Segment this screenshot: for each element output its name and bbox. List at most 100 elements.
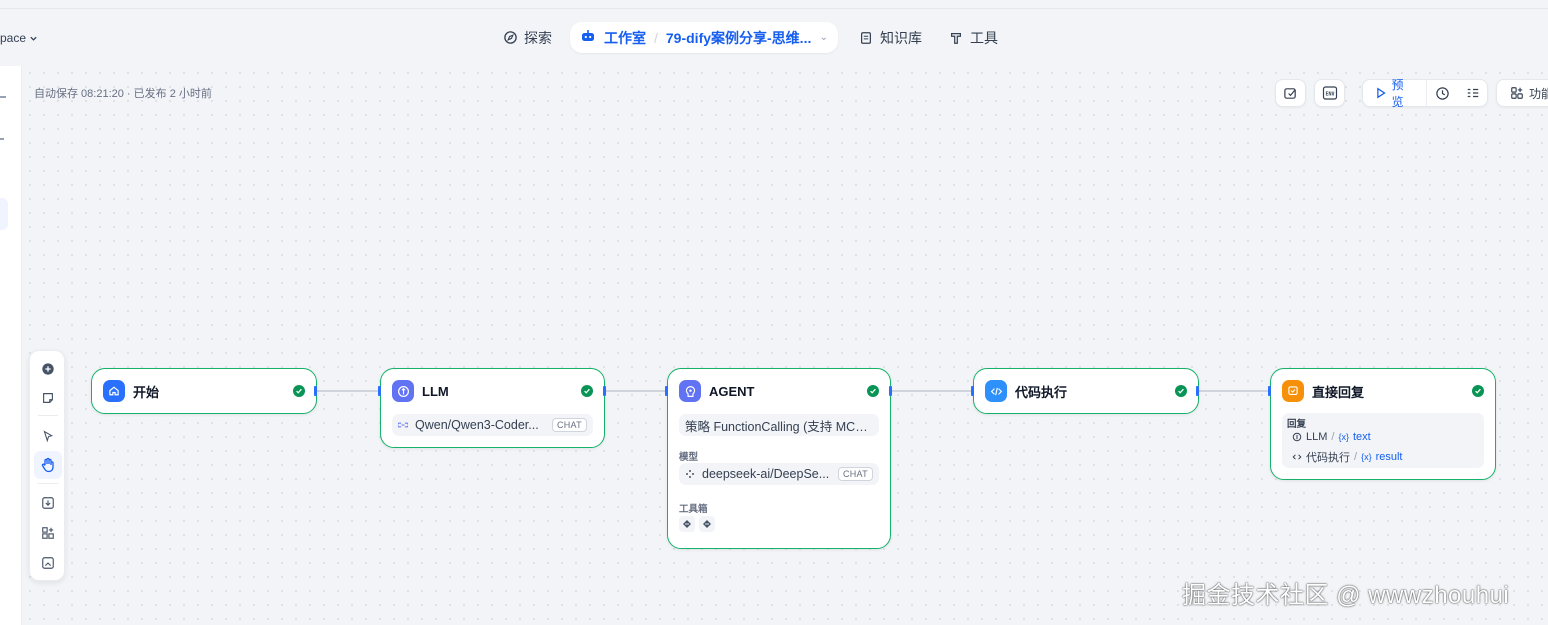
features-button[interactable]: 功能 bbox=[1496, 79, 1548, 107]
node-answer[interactable]: 直接回复 回复 LLM / {x} text 代码执行 / {x} result bbox=[1270, 368, 1496, 480]
note-icon bbox=[43, 393, 53, 403]
ref-variable-name: result bbox=[1375, 451, 1403, 463]
minimap-icon bbox=[42, 557, 54, 569]
edge-agent-code bbox=[890, 390, 974, 392]
plus-circle-icon bbox=[42, 363, 54, 375]
add-note-button[interactable] bbox=[38, 388, 58, 408]
apps-icon bbox=[1511, 87, 1523, 99]
workspace-switcher[interactable]: pace bbox=[0, 31, 38, 45]
llm-icon bbox=[392, 380, 414, 402]
workspace-label: pace bbox=[0, 31, 27, 45]
cursor-icon bbox=[43, 430, 53, 442]
palette-divider bbox=[38, 415, 58, 416]
code-icon bbox=[1292, 454, 1302, 460]
ref-separator: / bbox=[1331, 431, 1335, 443]
model-provider-icon bbox=[398, 422, 408, 428]
model-selector[interactable]: deepseek-ai/DeepSe... CHAT bbox=[679, 463, 879, 485]
history-icon bbox=[1436, 86, 1450, 100]
nav-knowledge-label: 知识库 bbox=[880, 29, 922, 46]
strategy-text: 策略 FunctionCalling (支持 MCP ... bbox=[685, 419, 873, 434]
node-code[interactable]: 代码执行 bbox=[973, 368, 1199, 414]
output-handle[interactable] bbox=[889, 386, 892, 396]
book-icon bbox=[858, 30, 874, 46]
model-selector[interactable]: Qwen/Qwen3-Coder... CHAT bbox=[392, 414, 593, 436]
reply-content[interactable]: 回复 LLM / {x} text 代码执行 / {x} result bbox=[1282, 413, 1484, 468]
pointer-mode-button[interactable] bbox=[38, 426, 58, 446]
sidebar-mark bbox=[0, 96, 6, 98]
variable-icon: {x} bbox=[1361, 452, 1372, 462]
checklist-list-button[interactable] bbox=[1458, 80, 1487, 106]
nav-tools-label: 工具 bbox=[970, 29, 998, 46]
node-header: 直接回复 bbox=[1282, 380, 1484, 402]
checklist-button[interactable] bbox=[1275, 79, 1306, 107]
node-start[interactable]: 开始 bbox=[91, 368, 317, 414]
input-handle[interactable] bbox=[378, 386, 381, 396]
success-check-icon bbox=[1472, 385, 1484, 397]
top-bar: pace 探索 工作室 / 79-dify案例分享-思维... ⌄ 知识库 工具 bbox=[0, 0, 1548, 66]
output-handle[interactable] bbox=[314, 386, 317, 396]
node-llm[interactable]: LLM Qwen/Qwen3-Coder... CHAT bbox=[380, 368, 605, 448]
reply-label: 回复 bbox=[1287, 419, 1307, 430]
node-header: 开始 bbox=[103, 380, 305, 402]
add-node-button[interactable] bbox=[38, 359, 58, 379]
node-header: 代码执行 bbox=[985, 380, 1187, 402]
nav-knowledge[interactable]: 知识库 bbox=[858, 22, 922, 53]
model-name: deepseek-ai/DeepSe... bbox=[702, 467, 830, 481]
nav-studio[interactable]: 工作室 / 79-dify案例分享-思维... ⌄ bbox=[570, 22, 838, 53]
variable-icon: {x} bbox=[1338, 432, 1349, 442]
image-download-icon bbox=[42, 497, 54, 509]
success-check-icon bbox=[293, 385, 305, 397]
play-icon bbox=[1377, 87, 1386, 99]
strategy-selector[interactable]: 策略 FunctionCalling (支持 MCP ... bbox=[679, 414, 879, 436]
preview-label: 预览 bbox=[1391, 78, 1404, 109]
nav-tools[interactable]: 工具 bbox=[948, 22, 998, 53]
success-check-icon bbox=[867, 385, 879, 397]
ref-separator: / bbox=[1354, 451, 1358, 463]
chevron-down-icon[interactable]: ⌄ bbox=[820, 32, 828, 43]
output-handle[interactable] bbox=[603, 386, 606, 396]
export-image-button[interactable] bbox=[38, 493, 58, 513]
home-icon bbox=[103, 380, 125, 402]
env-icon: ENV bbox=[1322, 86, 1337, 100]
node-title: 直接回复 bbox=[1312, 384, 1365, 400]
edge-code-answer bbox=[1198, 390, 1271, 392]
input-handle[interactable] bbox=[665, 386, 668, 396]
organize-blocks-button[interactable] bbox=[38, 523, 58, 543]
model-mode-badge: CHAT bbox=[551, 418, 587, 432]
nav-explore[interactable]: 探索 bbox=[502, 22, 552, 53]
mcp-tool-icon[interactable] bbox=[699, 516, 715, 532]
node-title: 代码执行 bbox=[1015, 384, 1068, 400]
robot-icon bbox=[580, 28, 596, 47]
model-provider-icon bbox=[686, 470, 694, 478]
chevron-down-icon bbox=[30, 36, 37, 41]
node-title: LLM bbox=[422, 383, 449, 399]
edge-start-llm bbox=[316, 390, 381, 392]
list-check-icon bbox=[1467, 88, 1478, 98]
model-mode-badge: CHAT bbox=[837, 467, 873, 481]
preview-button[interactable]: 预览 bbox=[1363, 78, 1428, 109]
top-divider bbox=[0, 8, 1548, 9]
hand-icon bbox=[41, 457, 54, 473]
input-handle[interactable] bbox=[971, 386, 974, 396]
sidebar-item-selected[interactable] bbox=[0, 198, 8, 230]
hand-mode-button[interactable] bbox=[34, 451, 62, 479]
palette-divider bbox=[38, 483, 58, 484]
canvas-tool-palette bbox=[29, 350, 65, 581]
minimap-button[interactable] bbox=[38, 553, 58, 573]
node-agent[interactable]: AGENT 策略 FunctionCalling (支持 MCP ... 模型 … bbox=[667, 368, 891, 549]
edge-llm-agent bbox=[604, 390, 668, 392]
reply-variable-ref: LLM / {x} text bbox=[1292, 431, 1371, 443]
output-handle[interactable] bbox=[1196, 386, 1199, 396]
code-icon bbox=[985, 380, 1007, 402]
features-label: 功能 bbox=[1529, 86, 1548, 101]
toolbox-label: 工具箱 bbox=[679, 504, 708, 515]
mcp-tool-icon[interactable] bbox=[679, 516, 695, 532]
nav-explore-label: 探索 bbox=[524, 29, 552, 46]
input-handle[interactable] bbox=[1268, 386, 1271, 396]
sidebar-mark bbox=[0, 138, 4, 140]
ref-variable-name: text bbox=[1352, 431, 1371, 443]
app-name: 79-dify案例分享-思维... bbox=[665, 29, 812, 46]
env-button[interactable]: ENV bbox=[1314, 79, 1345, 107]
run-history-button[interactable] bbox=[1427, 80, 1458, 106]
toolbox-list bbox=[679, 516, 715, 532]
